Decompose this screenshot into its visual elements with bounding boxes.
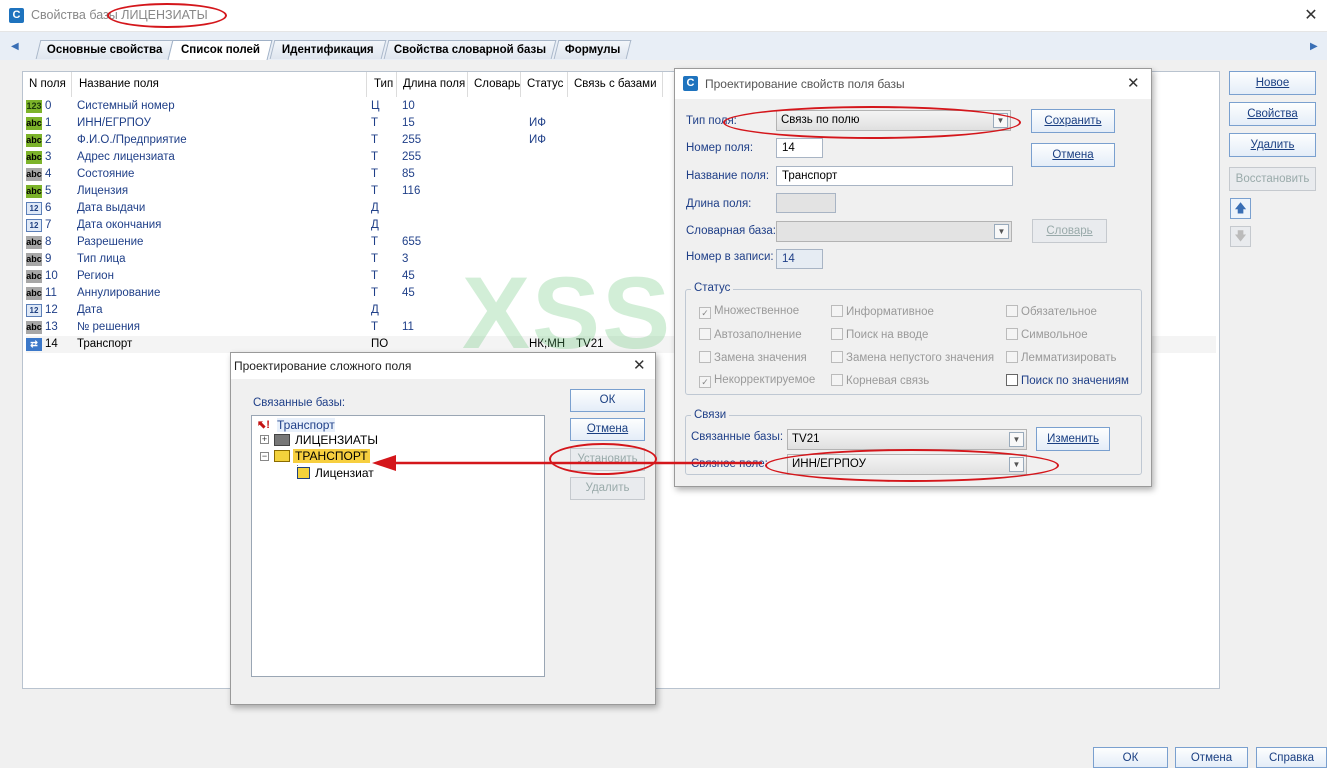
arrow-head	[372, 455, 396, 471]
annotation-arrow	[372, 455, 762, 471]
